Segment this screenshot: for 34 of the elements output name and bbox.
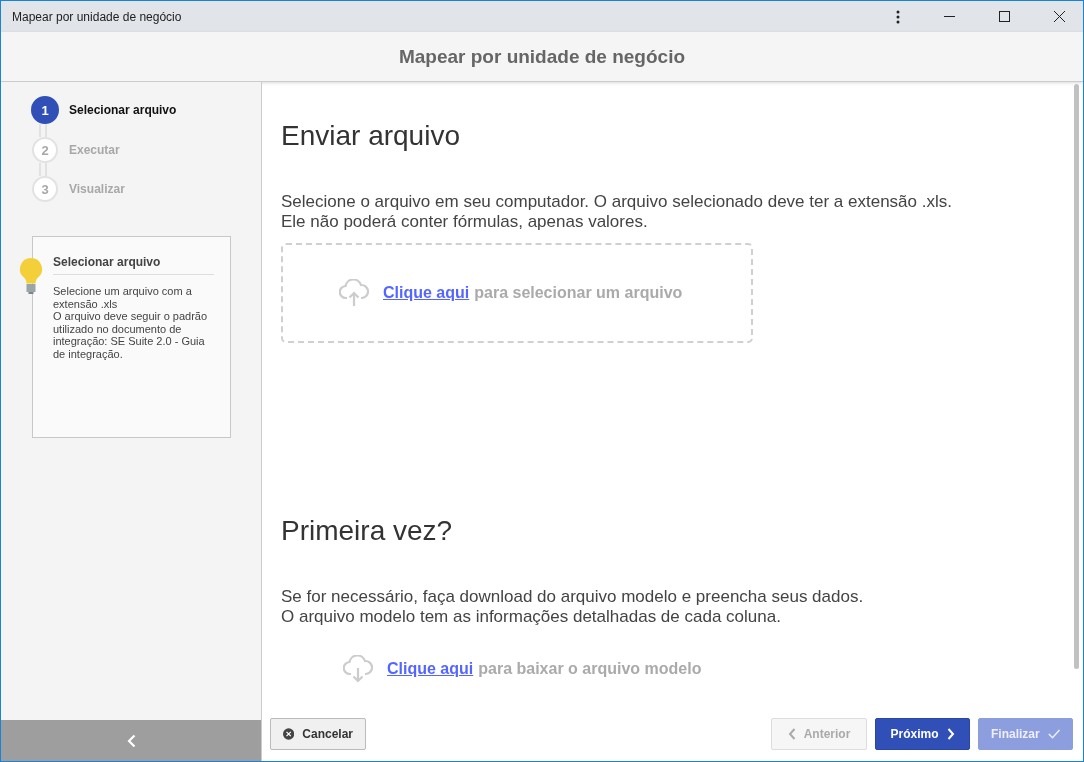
link[interactable]: Clique aqui bbox=[387, 660, 474, 678]
next-button[interactable]: Próximo bbox=[875, 718, 970, 750]
maximize-icon[interactable] bbox=[999, 11, 1010, 22]
link-description: para selecionar um arquivo bbox=[474, 284, 683, 302]
scrollbar-thumb[interactable] bbox=[1074, 84, 1079, 669]
step-number[interactable]: 3 bbox=[32, 176, 58, 202]
section-description: Ele não poderá conter fórmulas, apenas valores. bbox=[281, 212, 649, 232]
chevron-right-icon bbox=[946, 728, 955, 740]
step-number[interactable]: 1 bbox=[31, 96, 59, 124]
chevron-left-icon[interactable] bbox=[126, 733, 136, 748]
close-circle-icon bbox=[283, 726, 295, 742]
step-label[interactable]: Selecionar arquivo bbox=[69, 103, 177, 117]
lightbulb-icon bbox=[19, 257, 43, 295]
hint-title: Selecionar arquivo bbox=[53, 255, 214, 275]
hint-text: Selecione um arquivo com a extensão .xls bbox=[53, 285, 193, 310]
link[interactable]: Clique aqui bbox=[383, 284, 470, 302]
step-number[interactable]: 2 bbox=[32, 137, 58, 163]
section-description: O arquivo modelo tem as informações detalhadas de cada coluna. bbox=[281, 607, 782, 627]
section-heading: Enviar arquivo bbox=[281, 120, 461, 152]
dialog-title: Mapear por unidade de negócio bbox=[398, 45, 686, 68]
drop-zone[interactable]: Clique aqui para selecionar um arquivo bbox=[281, 243, 753, 343]
window-title: Mapear por unidade de negócio bbox=[12, 9, 182, 24]
section-description: Se for necessário, faça download do arquivo modelo e preencha seus dados. bbox=[281, 587, 865, 607]
more-icon[interactable] bbox=[896, 9, 900, 24]
cloud-upload-icon bbox=[339, 279, 369, 307]
cancel-button[interactable]: Cancelar bbox=[270, 718, 366, 750]
link-description: para baixar o arquivo modelo bbox=[478, 660, 702, 678]
close-icon[interactable] bbox=[1054, 11, 1065, 22]
section-heading: Primeira vez? bbox=[281, 515, 454, 547]
hint-text: O arquivo deve seguir o padrão utilizado no documento de integração: SE Suite 2.0 - Guia de integração. bbox=[53, 310, 209, 360]
cloud-download-icon bbox=[343, 655, 373, 683]
chevron-left-icon bbox=[787, 728, 796, 740]
checkmark-icon bbox=[1047, 728, 1060, 740]
section-description: Selecione o arquivo em seu computador. O arquivo selecionado deve ter a extensão .xls. bbox=[281, 192, 953, 212]
